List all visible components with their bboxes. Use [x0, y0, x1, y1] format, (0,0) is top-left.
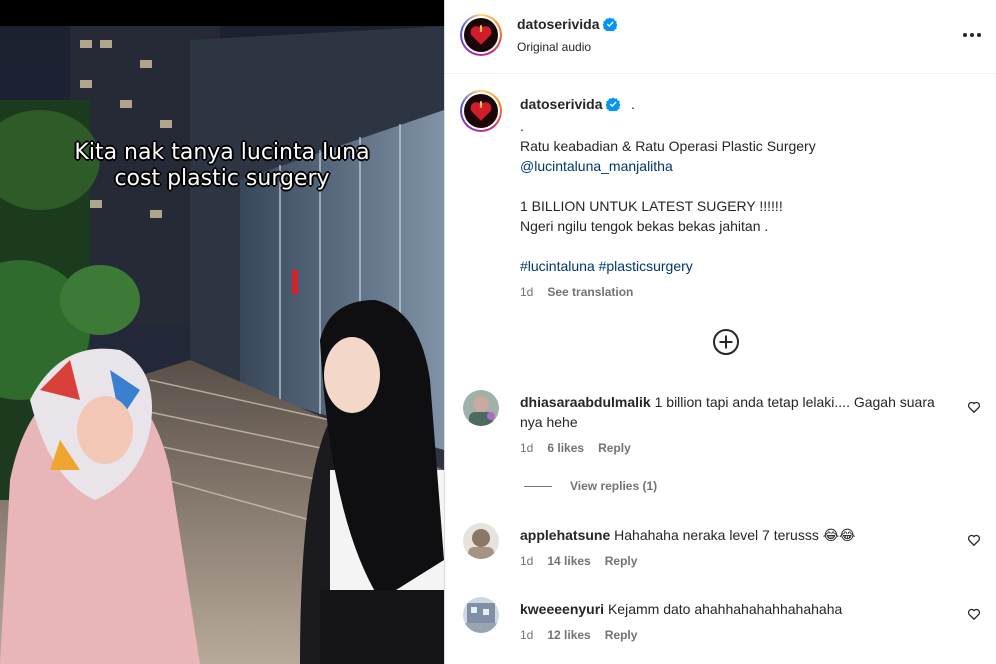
comment-time[interactable]: 1d — [520, 554, 533, 568]
comment-meta: 1d 14 likes Reply — [520, 554, 651, 568]
heart-icon[interactable] — [967, 400, 981, 414]
see-translation-button[interactable]: See translation — [547, 285, 633, 299]
caption-line: . — [520, 118, 524, 134]
avatar-photo — [463, 597, 499, 633]
comment-text: dhiasaraabdulmalik 1 billion tapi anda t… — [520, 392, 960, 432]
video-player[interactable]: Kita nak tanya lucinta luna cost plastic… — [0, 0, 444, 664]
plus-circle-icon[interactable] — [712, 328, 740, 356]
comment-likes[interactable]: 12 likes — [547, 628, 590, 642]
comment-body: Kejamm dato ahahhahahahhahahaha — [607, 601, 843, 617]
avatar[interactable] — [460, 14, 502, 56]
comment-text: kweeeenyuri Kejamm dato ahahhahahahhahah… — [520, 599, 960, 619]
comment-likes[interactable]: 6 likes — [547, 441, 584, 455]
heart-logo-icon — [470, 25, 492, 45]
reply-button[interactable]: Reply — [605, 554, 638, 568]
video-caption-line-2: cost plastic surgery — [114, 166, 330, 191]
caption-line: Ratu keabadian & Ratu Operasi Plastic Su… — [520, 138, 816, 154]
caption-line — [520, 236, 960, 256]
caption-username[interactable]: datoserivida — [520, 96, 602, 112]
caption-dot: . — [630, 96, 635, 112]
hashtag-links[interactable]: #lucintaluna #plasticsurgery — [520, 256, 960, 276]
comment-username[interactable]: applehatsune — [520, 527, 610, 543]
avatar[interactable] — [460, 90, 502, 132]
caption-meta: 1d See translation — [520, 282, 960, 302]
verified-badge-icon — [606, 97, 621, 111]
caption-line: 1 BILLION UNTUK LATEST SUGERY !!!!!! — [520, 198, 783, 214]
comment-username[interactable]: dhiasaraabdulmalik — [520, 394, 651, 410]
avatar[interactable] — [463, 523, 499, 559]
comment-meta: 1d 6 likes Reply — [520, 441, 645, 455]
avatar-photo — [463, 390, 499, 426]
post-header: datoserivida Original audio — [445, 0, 996, 74]
comment-likes[interactable]: 14 likes — [547, 554, 590, 568]
comment-meta: 1d 12 likes Reply — [520, 628, 651, 642]
post-panel: datoserivida Original audio datoserivida… — [444, 0, 996, 664]
avatar[interactable] — [463, 390, 499, 426]
reply-button[interactable]: Reply — [598, 441, 631, 455]
view-replies-label: View replies (1) — [570, 479, 658, 493]
post-timestamp[interactable]: 1d — [520, 285, 533, 299]
audio-label[interactable]: Original audio — [517, 40, 591, 54]
comment-time[interactable]: 1d — [520, 441, 533, 455]
caption-text: . Ratu keabadian & Ratu Operasi Plastic … — [520, 116, 960, 302]
heart-logo-icon — [470, 101, 492, 121]
replies-divider — [524, 485, 552, 487]
video-caption-line-1: Kita nak tanya lucinta luna — [74, 140, 370, 165]
reply-button[interactable]: Reply — [605, 628, 638, 642]
comment-text: applehatsune Hahahaha neraka level 7 ter… — [520, 525, 960, 545]
caption-line: Ngeri ngilu tengok bekas bekas jahitan . — [520, 218, 769, 234]
more-options-button[interactable] — [959, 22, 985, 48]
view-replies-button[interactable]: View replies (1) — [524, 479, 657, 493]
caption-line — [520, 176, 960, 196]
more-horizontal-icon — [963, 33, 981, 37]
video-frame — [0, 0, 444, 664]
mention-link[interactable]: @lucintaluna_manjalitha — [520, 156, 960, 176]
heart-icon[interactable] — [967, 533, 981, 547]
comment-username[interactable]: kweeeenyuri — [520, 601, 604, 617]
avatar[interactable] — [463, 597, 499, 633]
comment-body: Hahahaha neraka level 7 terusss 😂😂 — [614, 527, 856, 543]
header-username[interactable]: datoserivida — [517, 16, 599, 32]
comment-time[interactable]: 1d — [520, 628, 533, 642]
heart-icon[interactable] — [967, 607, 981, 621]
verified-badge-icon — [603, 17, 618, 31]
avatar-photo — [463, 523, 499, 559]
